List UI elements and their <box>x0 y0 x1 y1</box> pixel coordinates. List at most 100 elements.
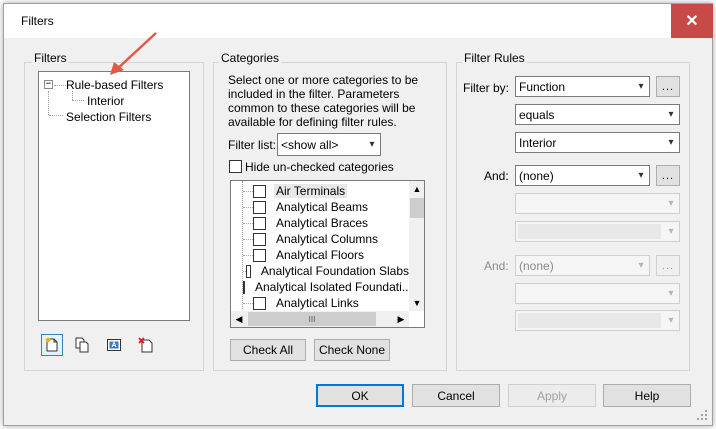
list-item[interactable]: Analytical Isolated Foundati... <box>231 279 412 295</box>
category-label: Analytical Foundation Slabs <box>260 264 409 278</box>
value-dropdown-3[interactable]: ▾ <box>515 310 680 331</box>
help-button[interactable]: Help <box>603 384 691 407</box>
list-item[interactable]: Analytical Columns <box>231 231 409 247</box>
category-label: Analytical Isolated Foundati... <box>255 280 412 294</box>
scroll-right-icon[interactable]: ▶ <box>393 311 409 327</box>
categories-description-line: common to these categories will be <box>228 101 416 115</box>
category-label: Analytical Links <box>276 296 359 310</box>
horizontal-scroll-thumb[interactable]: III <box>248 312 376 326</box>
close-button[interactable]: ✕ <box>671 4 713 38</box>
rule-value: Interior <box>519 135 557 150</box>
list-item[interactable]: Analytical Foundation Slabs <box>231 263 409 279</box>
and-filter-dropdown-2[interactable]: (none) ▾ <box>515 255 650 276</box>
ok-button[interactable]: OK <box>316 384 404 407</box>
filter-by-label: Filter by: <box>463 81 510 95</box>
collapse-icon[interactable]: − <box>44 80 53 89</box>
filter-by-dropdown[interactable]: Function ▾ <box>515 76 650 97</box>
chevron-down-icon: ▾ <box>668 288 674 299</box>
list-items: Air Terminals Analytical Beams Analytica… <box>231 183 412 311</box>
filter-by-browse-button[interactable]: ... <box>656 76 680 97</box>
hide-unchecked-label: Hide un-checked categories <box>245 160 394 174</box>
list-item[interactable]: Analytical Links <box>231 295 409 311</box>
chevron-down-icon: ▾ <box>369 139 375 150</box>
filter-list-value: <show all> <box>281 137 339 152</box>
rename-button[interactable] <box>103 334 125 356</box>
operator-value: equals <box>519 107 555 122</box>
categories-group-label: Categories <box>219 51 282 65</box>
operator-dropdown-2[interactable]: ▾ <box>515 193 680 214</box>
scroll-down-icon[interactable]: ▼ <box>409 295 424 311</box>
and-filter-browse-button-2[interactable]: ... <box>656 255 680 276</box>
and-label-2: And: <box>484 259 509 273</box>
value-dropdown[interactable]: Interior ▾ <box>515 132 680 153</box>
chevron-down-icon: ▾ <box>668 109 674 120</box>
chevron-down-icon: ▾ <box>668 198 674 209</box>
delete-icon <box>138 337 153 353</box>
close-icon: ✕ <box>685 13 699 30</box>
horizontal-scrollbar[interactable]: ◀ III ▶ <box>231 311 409 327</box>
chevron-down-icon: ▾ <box>668 137 674 148</box>
categories-description-line: available for defining filter rules. <box>228 115 397 129</box>
duplicate-icon <box>75 337 89 353</box>
chevron-down-icon: ▾ <box>668 226 674 237</box>
new-filter-button[interactable] <box>41 334 63 356</box>
check-none-button[interactable]: Check None <box>314 339 390 361</box>
value-dropdown-2[interactable]: ▾ <box>515 221 680 242</box>
list-item[interactable]: Analytical Braces <box>231 215 409 231</box>
tree-connector <box>54 85 66 86</box>
category-label: Analytical Braces <box>276 216 369 230</box>
rule-value-3 <box>518 313 661 328</box>
and-filter-dropdown-1[interactable]: (none) ▾ <box>515 165 650 186</box>
chevron-down-icon: ▾ <box>668 315 674 326</box>
dialog-title: Filters <box>21 14 54 28</box>
and-filter-browse-button-1[interactable]: ... <box>656 165 680 186</box>
vertical-scrollbar[interactable]: ▲ ▼ <box>409 181 424 311</box>
hide-unchecked-checkbox[interactable] <box>229 160 242 173</box>
scroll-thumb[interactable] <box>410 198 424 218</box>
scroll-left-icon[interactable]: ◀ <box>231 311 247 327</box>
chevron-down-icon: ▾ <box>638 260 644 271</box>
resize-grip-icon[interactable] <box>696 409 708 421</box>
filter-rules-group-label: Filter Rules <box>462 51 527 65</box>
filters-tree[interactable]: − Rule-based Filters Interior Selection … <box>38 71 190 321</box>
annotation-arrow <box>110 32 157 75</box>
and-filter-value-1: (none) <box>519 168 554 183</box>
duplicate-button[interactable] <box>71 334 93 356</box>
filter-by-value: Function <box>519 79 566 94</box>
apply-button[interactable]: Apply <box>508 384 596 407</box>
and-filter-value-2: (none) <box>519 258 554 273</box>
tree-connector <box>48 91 49 115</box>
filters-dialog: Filters ✕ Filters − Rule-based Filters I… <box>3 3 713 426</box>
tree-connector <box>49 115 63 116</box>
new-filter-icon <box>45 337 58 352</box>
cancel-button[interactable]: Cancel <box>412 384 500 407</box>
scroll-grip: III <box>308 314 316 324</box>
filter-list-label: Filter list: <box>228 138 276 152</box>
tree-item-rule-based-filters[interactable]: Rule-based Filters <box>66 78 163 92</box>
category-label: Analytical Beams <box>276 200 369 214</box>
chevron-down-icon: ▾ <box>638 170 644 181</box>
categories-description-line: Select one or more categories to be <box>228 73 419 87</box>
tree-connector <box>72 91 73 100</box>
categories-list[interactable]: Air Terminals Analytical Beams Analytica… <box>230 180 425 328</box>
scroll-up-icon[interactable]: ▲ <box>409 181 424 197</box>
category-label: Analytical Floors <box>276 248 365 262</box>
rule-value-2 <box>518 224 661 239</box>
check-all-button[interactable]: Check All <box>230 339 306 361</box>
category-label: Analytical Columns <box>276 232 379 246</box>
categories-description-line: included in the filter. Parameters <box>228 87 400 101</box>
delete-button[interactable] <box>135 334 157 356</box>
and-label: And: <box>484 169 509 183</box>
filters-group-label: Filters <box>32 51 69 65</box>
operator-dropdown[interactable]: equals ▾ <box>515 104 680 125</box>
list-item[interactable]: Analytical Beams <box>231 199 409 215</box>
list-item[interactable]: Analytical Floors <box>231 247 409 263</box>
filter-list-dropdown[interactable]: <show all> ▾ <box>277 133 381 156</box>
tree-connector <box>72 100 84 101</box>
list-item[interactable]: Air Terminals <box>231 183 409 199</box>
category-label: Air Terminals <box>274 184 348 198</box>
operator-dropdown-3[interactable]: ▾ <box>515 283 680 304</box>
rename-icon <box>107 339 121 351</box>
tree-item-interior[interactable]: Interior <box>87 94 124 108</box>
tree-item-selection-filters[interactable]: Selection Filters <box>66 110 151 124</box>
